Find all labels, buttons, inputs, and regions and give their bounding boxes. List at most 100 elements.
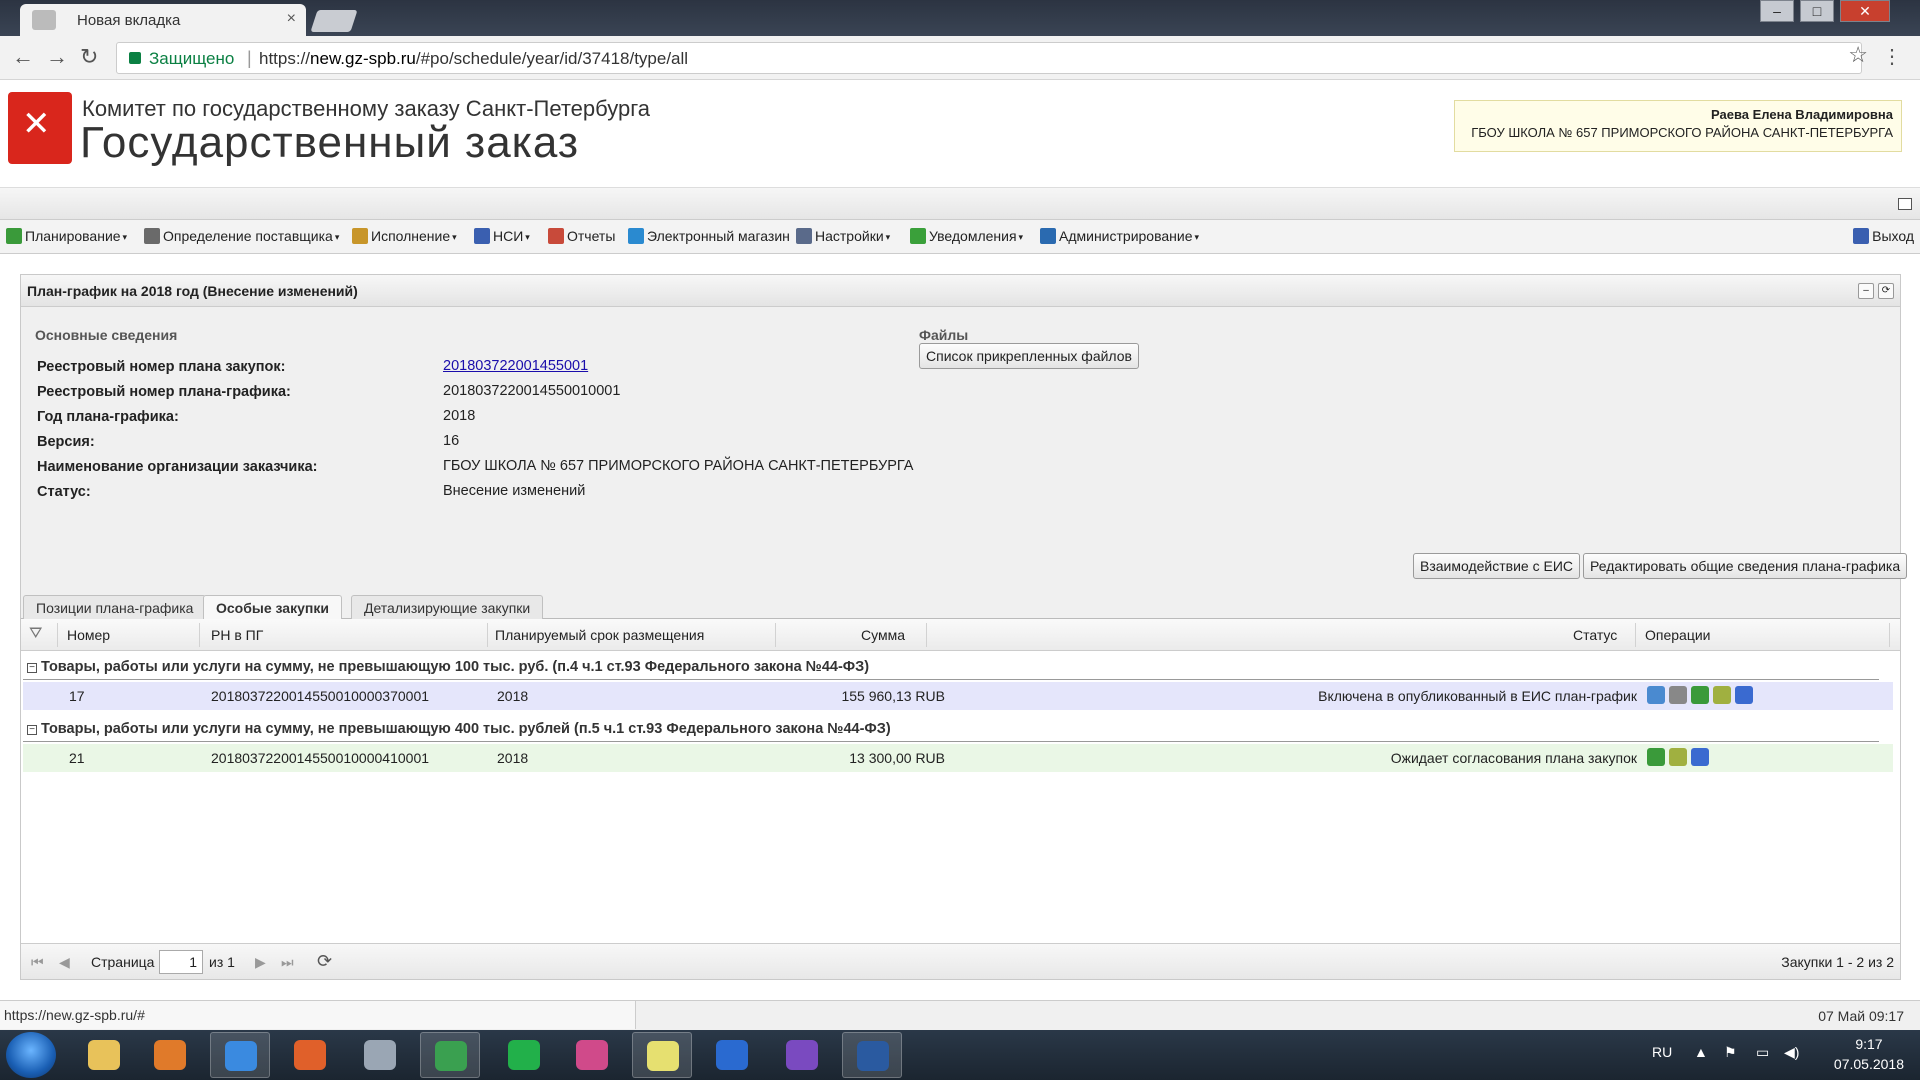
network-icon[interactable]: ⚑ — [1724, 1044, 1737, 1061]
cell-number: 17 — [69, 688, 85, 704]
menu-item-2[interactable]: Исполнение ▾ — [352, 228, 457, 244]
menu-item-3[interactable]: НСИ ▾ — [474, 228, 530, 244]
browser-tab[interactable]: Новая вкладка × — [20, 4, 306, 36]
tray-clock[interactable]: 9:17 07.05.2018 — [1834, 1034, 1904, 1074]
field-value: 2018 — [443, 408, 476, 424]
menu-item-7[interactable]: Уведомления ▾ — [910, 228, 1023, 244]
table-row[interactable]: 17 2018037220014550010000370001 2018 155 96… — [23, 682, 1893, 710]
chart-icon[interactable] — [1691, 748, 1709, 766]
page-input[interactable]: 1 — [159, 950, 203, 974]
site-header: Комитет по государственному заказу Санкт… — [0, 80, 1920, 188]
window-minimize-button[interactable]: – — [1760, 0, 1794, 22]
edit-schedule-button[interactable]: Редактировать общие сведения плана-графи… — [1583, 553, 1908, 579]
tab-0[interactable]: Позиции плана-графика — [23, 595, 207, 620]
paint-icon — [576, 1040, 608, 1070]
col-number[interactable]: Номер — [67, 627, 110, 643]
plan-number-link[interactable]: 201803722001455001 — [443, 358, 588, 374]
taskbar-app-button[interactable] — [140, 1032, 200, 1078]
attached-files-button[interactable]: Список прикрепленных файлов — [919, 343, 1139, 369]
refresh-grid-icon[interactable]: ⟳ — [317, 951, 332, 972]
cell-term: 2018 — [497, 688, 529, 704]
menu-item-8[interactable]: Администрирование ▾ — [1040, 228, 1199, 244]
panel-refresh-icon[interactable]: ⟳ — [1878, 283, 1894, 299]
collapse-group-icon[interactable]: − — [27, 663, 37, 673]
status-bar: https://new.gz-spb.ru/# 07 Май 09:17 — [0, 1000, 1920, 1030]
taskbar-app-button[interactable] — [842, 1032, 902, 1078]
taskbar-app-button[interactable] — [702, 1032, 762, 1078]
lock-icon — [129, 52, 141, 64]
taskbar-app-button[interactable] — [562, 1032, 622, 1078]
taskbar-app-button[interactable] — [210, 1032, 270, 1078]
next-page-icon[interactable]: ▶ — [255, 954, 266, 971]
media-player-icon — [154, 1040, 186, 1070]
last-page-icon[interactable]: ⏭ — [281, 954, 294, 971]
taskbar-app-button[interactable] — [350, 1032, 410, 1078]
eis-interaction-button[interactable]: Взаимодействие с ЕИС — [1413, 553, 1580, 579]
chart-icon[interactable] — [1735, 686, 1753, 704]
tab-1[interactable]: Особые закупки — [203, 595, 342, 621]
language-indicator[interactable]: RU — [1652, 1044, 1672, 1060]
taskbar-app-button[interactable] — [494, 1032, 554, 1078]
group-header[interactable]: − Товары, работы или услуги на сумму, не … — [27, 721, 891, 737]
field-label: Статус: — [37, 484, 91, 500]
field-value: 2018037220014550010001 — [443, 383, 621, 399]
site-title: Государственный заказ — [80, 118, 580, 167]
tray-expand-icon[interactable]: ▲ — [1694, 1044, 1708, 1060]
filter-icon[interactable]: ⛛ — [29, 625, 42, 643]
menu-item-label: Исполнение — [371, 228, 451, 244]
taskbar-app-button[interactable] — [772, 1032, 832, 1078]
taskbar-app-button[interactable] — [632, 1032, 692, 1078]
menu-item-label: НСИ — [493, 228, 524, 244]
collapse-group-icon[interactable]: − — [27, 725, 37, 735]
col-operations[interactable]: Операции — [1645, 627, 1711, 643]
col-term[interactable]: Планируемый срок размещения — [495, 627, 704, 643]
panel-collapse-icon[interactable]: – — [1858, 283, 1874, 299]
menu-item-1[interactable]: Определение поставщика ▾ — [144, 228, 339, 244]
menu-item-0[interactable]: Планирование ▾ — [6, 228, 127, 244]
table-row[interactable]: 21 2018037220014550010000410001 2018 13 300… — [23, 744, 1893, 772]
col-sum[interactable]: Сумма — [861, 627, 905, 643]
col-rn[interactable]: РН в ПГ — [211, 627, 263, 643]
edit-icon[interactable] — [1669, 686, 1687, 704]
address-bar[interactable]: Защищено | https://new.gz-spb.ru/#po/sch… — [116, 42, 1862, 74]
tab-close-icon[interactable]: × — [287, 10, 296, 28]
group-header[interactable]: − Товары, работы или услуги на сумму, не … — [27, 659, 869, 675]
back-icon[interactable]: ← — [12, 44, 34, 70]
approve-icon[interactable] — [1669, 748, 1687, 766]
outlook-icon — [716, 1040, 748, 1070]
start-button-icon[interactable] — [6, 1032, 56, 1078]
url-text[interactable]: https://new.gz-spb.ru/#po/schedule/year/… — [259, 49, 688, 69]
collapse-header-icon[interactable] — [1898, 198, 1912, 210]
forward-icon[interactable]: → — [46, 44, 68, 70]
menu-item-4[interactable]: Отчеты — [548, 228, 615, 244]
action-center-icon[interactable]: ▭ — [1756, 1044, 1769, 1061]
menu-item-6[interactable]: Настройки ▾ — [796, 228, 890, 244]
bookmark-star-icon[interactable]: ☆ — [1848, 42, 1868, 68]
first-page-icon[interactable]: ⏮ — [31, 954, 44, 971]
volume-icon[interactable]: ◀) — [1784, 1044, 1799, 1061]
field-value: 16 — [443, 433, 460, 449]
tab-title: Новая вкладка — [77, 12, 181, 29]
menu-item-label: Электронный магазин — [647, 228, 790, 244]
logout-button[interactable]: Выход — [1853, 228, 1914, 244]
settings-gear-icon[interactable] — [1691, 686, 1709, 704]
tray-time: 9:17 — [1855, 1036, 1883, 1052]
prev-page-icon[interactable]: ◀ — [59, 954, 70, 971]
approve-icon[interactable] — [1713, 686, 1731, 704]
planning-icon — [6, 228, 22, 244]
procurements-grid: ⛛ Номер РН в ПГ Планируемый срок размеще… — [21, 619, 1900, 943]
new-tab-button[interactable] — [310, 10, 358, 32]
col-status[interactable]: Статус — [1573, 627, 1617, 643]
taskbar-app-button[interactable] — [420, 1032, 480, 1078]
menu-item-5[interactable]: Электронный магазин — [628, 228, 790, 244]
tab-2[interactable]: Детализирующие закупки — [351, 595, 544, 620]
window-close-button[interactable]: ✕ — [1840, 0, 1890, 22]
taskbar-app-button[interactable] — [280, 1032, 340, 1078]
collapse-strip — [0, 188, 1920, 220]
history-icon[interactable] — [1647, 686, 1665, 704]
reload-icon[interactable]: ↻ — [80, 44, 98, 70]
window-maximize-button[interactable]: □ — [1800, 0, 1834, 22]
settings-gear-icon[interactable] — [1647, 748, 1665, 766]
browser-menu-icon[interactable]: ⋮ — [1882, 44, 1902, 69]
taskbar-app-button[interactable] — [74, 1032, 134, 1078]
